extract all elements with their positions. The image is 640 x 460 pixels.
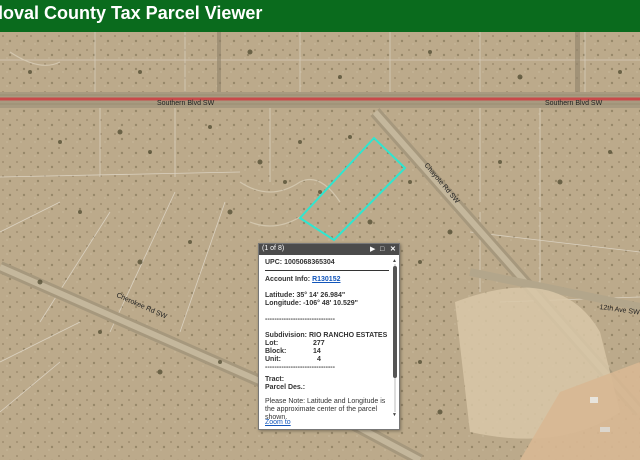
account-label: Account Info: bbox=[265, 276, 311, 283]
road-label-southern-2: Southern Blvd SW bbox=[545, 100, 603, 107]
tract-label: Tract: bbox=[265, 376, 285, 383]
close-icon[interactable]: ✕ bbox=[390, 244, 396, 255]
lot-value: 277 bbox=[313, 340, 325, 347]
longitude-text: Longitude: -106° 48' 10.529" bbox=[265, 300, 358, 307]
account-link[interactable]: R130152 bbox=[312, 276, 340, 283]
popup-count: (1 of 8) bbox=[262, 245, 285, 252]
subdivision-text: Subdivision: RIO RANCHO ESTATES bbox=[265, 332, 388, 339]
scroll-thumb[interactable] bbox=[393, 266, 397, 378]
popup-header: (1 of 8) ▶ □ ✕ bbox=[259, 244, 399, 255]
scroll-down-icon[interactable]: ▼ bbox=[392, 412, 397, 418]
unit-value: 4 bbox=[317, 356, 321, 363]
unit-label: Unit: bbox=[265, 356, 281, 363]
upc-label: UPC: bbox=[265, 259, 283, 266]
app-header: doval County Tax Parcel Viewer bbox=[0, 0, 640, 32]
parcel-info-popup: (1 of 8) ▶ □ ✕ UPC: 1005068365304 Accoun… bbox=[258, 243, 400, 430]
dash-separator-2: ------------------------------ bbox=[265, 364, 335, 371]
maximize-icon[interactable]: □ bbox=[380, 244, 384, 255]
lot-label: Lot: bbox=[265, 340, 279, 347]
block-label: Block: bbox=[265, 348, 287, 355]
block-value: 14 bbox=[313, 348, 321, 355]
parcel-des-label: Parcel Des.: bbox=[265, 384, 306, 391]
road-label-southern-1: Southern Blvd SW bbox=[157, 100, 215, 107]
upc-value: 1005068365304 bbox=[284, 259, 335, 266]
popup-scrollbar[interactable]: ▲ ▼ bbox=[392, 258, 398, 418]
popup-divider bbox=[265, 270, 389, 271]
app-title: doval County Tax Parcel Viewer bbox=[0, 3, 263, 23]
zoom-to-link[interactable]: Zoom to bbox=[265, 419, 291, 426]
latitude-text: Latitude: 35° 14' 26.984" bbox=[265, 292, 346, 299]
dash-separator-1: ------------------------------ bbox=[265, 316, 335, 323]
popup-content: UPC: 1005068365304 Account Info: R130152… bbox=[259, 255, 390, 429]
next-feature-icon[interactable]: ▶ bbox=[370, 244, 375, 255]
